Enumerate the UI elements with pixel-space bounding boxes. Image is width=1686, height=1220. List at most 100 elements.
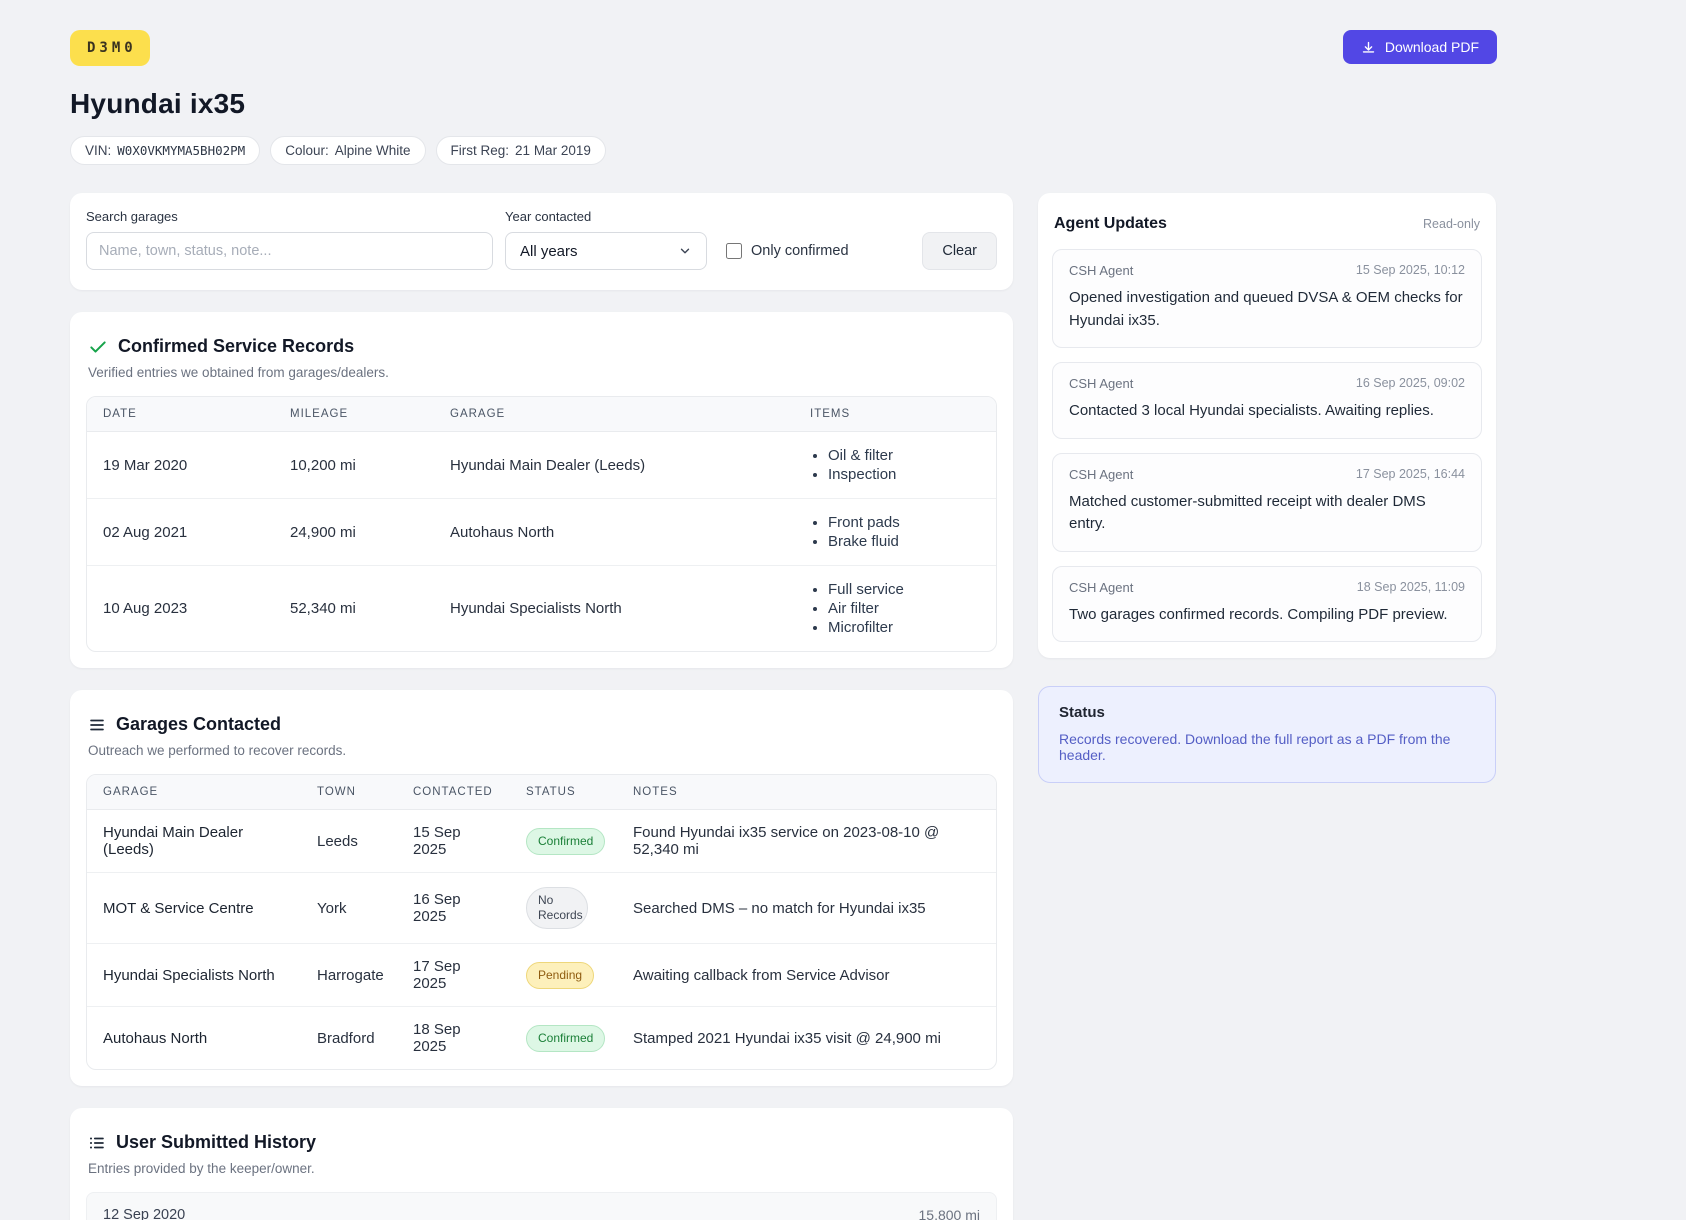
only-confirmed-group: Only confirmed — [726, 232, 849, 270]
confirmed-records-table: DATE MILEAGE GARAGE ITEMS 19 Mar 2020 10… — [87, 397, 996, 651]
agent-update-item: CSH Agent 15 Sep 2025, 10:12 Opened inve… — [1052, 249, 1482, 348]
cell-notes: Searched DMS – no match for Hyundai ix35 — [617, 872, 996, 944]
garages-contacted-title: Garages Contacted — [116, 714, 282, 734]
service-item: Air filter — [828, 599, 980, 618]
update-message: Matched customer-submitted receipt with … — [1069, 492, 1426, 533]
list-icon — [88, 1134, 106, 1152]
col-date: DATE — [87, 397, 274, 432]
service-items-list: Oil & filter Inspection — [810, 446, 980, 484]
download-pdf-label: Download PDF — [1384, 39, 1479, 55]
cell-mileage: 10,200 mi — [274, 431, 434, 499]
col-status: STATUS — [510, 775, 617, 810]
header: D3M0 Download PDF — [70, 30, 1686, 66]
table-header-row: GARAGE TOWN CONTACTED STATUS NOTES — [87, 775, 996, 810]
agent-name: CSH Agent — [1069, 579, 1134, 595]
col-town: TOWN — [301, 775, 397, 810]
status-badge: Confirmed — [526, 1024, 606, 1052]
year-select-value: All years — [520, 242, 578, 260]
table-header-row: DATE MILEAGE GARAGE ITEMS — [87, 397, 996, 432]
table-row: 02 Aug 2021 24,900 mi Autohaus North Fro… — [87, 498, 996, 566]
garages-contacted-table: GARAGE TOWN CONTACTED STATUS NOTES Hyund… — [87, 775, 996, 1069]
cell-mileage: 24,900 mi — [274, 498, 434, 566]
service-items-list: Full service Air filter Microfilter — [810, 580, 980, 637]
agent-name: CSH Agent — [1069, 376, 1134, 391]
download-icon — [1361, 40, 1376, 55]
table-row: Hyundai Main Dealer (Leeds) Leeds 15 Sep… — [87, 809, 996, 873]
cell-contacted: 17 Sep 2025 — [397, 943, 510, 1007]
service-item: Full service — [828, 580, 980, 599]
search-field-group: Search garages — [86, 209, 493, 270]
cell-date: 10 Aug 2023 — [103, 600, 188, 617]
service-item: Inspection — [828, 465, 980, 484]
search-input[interactable] — [86, 232, 493, 270]
update-message: Two garages confirmed records. Compiling… — [1069, 605, 1448, 623]
search-label: Search garages — [86, 209, 178, 224]
garages-contacted-subtitle: Outreach we performed to recover records… — [88, 743, 347, 758]
cell-date: 19 Mar 2020 — [87, 431, 274, 499]
table-row: Hyundai Specialists North Harrogate 17 S… — [87, 943, 996, 1007]
agent-updates-card: Agent Updates Read-only CSH Agent 15 Sep… — [1038, 193, 1496, 658]
cell-notes: Found Hyundai ix35 service on 2023-08-10… — [617, 809, 996, 873]
cell-garage: MOT & Service Centre — [87, 872, 301, 944]
vin-chip-value: W0X0VKMYMA5BH02PM — [117, 143, 246, 158]
cell-notes: Awaiting callback from Service Advisor — [617, 943, 996, 1007]
first-reg-chip: First Reg: 21 Mar 2019 — [435, 136, 606, 165]
user-history-title: User Submitted History — [116, 1132, 317, 1152]
clear-filters-button[interactable]: Clear — [922, 232, 997, 270]
colour-chip-value: Alpine White — [334, 143, 411, 158]
agent-update-item: CSH Agent 16 Sep 2025, 09:02 Contacted 3… — [1052, 362, 1482, 439]
vehicle-chips: VIN: W0X0VKMYMA5BH02PM Colour: Alpine Wh… — [70, 136, 1686, 165]
update-message: Opened investigation and queued DVSA & O… — [1069, 289, 1463, 329]
cell-town: York — [301, 872, 397, 944]
cell-garage: Autohaus North — [103, 1029, 208, 1047]
demo-badge: D3M0 — [70, 30, 150, 66]
filter-bar: Search garages Year contacted All years … — [70, 193, 1013, 290]
cell-town: Harrogate — [301, 943, 397, 1007]
table-row: 19 Mar 2020 10,200 mi Hyundai Main Deale… — [87, 431, 996, 499]
status-badge: Pending — [526, 961, 595, 989]
only-confirmed-label[interactable]: Only confirmed — [751, 243, 849, 259]
status-panel: Status Records recovered. Download the f… — [1038, 686, 1496, 783]
service-item: Oil & filter — [828, 446, 980, 465]
agent-update-item: CSH Agent 17 Sep 2025, 16:44 Matched cus… — [1052, 452, 1482, 552]
update-timestamp: 16 Sep 2025, 09:02 — [1355, 376, 1465, 390]
cell-notes: Stamped 2021 Hyundai ix35 visit @ 24,900… — [633, 1029, 941, 1047]
cell-date: 02 Aug 2021 — [87, 498, 274, 566]
user-history-subtitle: Entries provided by the keeper/owner. — [88, 1161, 315, 1176]
update-message: Contacted 3 local Hyundai specialists. A… — [1069, 402, 1434, 419]
confirmed-records-subtitle: Verified entries we obtained from garage… — [88, 365, 389, 380]
cell-garage: Hyundai Specialists North — [87, 943, 301, 1007]
menu-lines-icon — [88, 716, 106, 734]
only-confirmed-checkbox[interactable] — [726, 243, 742, 259]
cell-mileage: 52,340 mi — [290, 600, 356, 617]
chevron-down-icon — [678, 244, 692, 258]
status-title: Status — [1059, 704, 1105, 721]
cell-contacted: 16 Sep 2025 — [397, 872, 510, 944]
update-timestamp: 15 Sep 2025, 10:12 — [1355, 263, 1465, 277]
entry-date: 12 Sep 2020 — [103, 1207, 186, 1220]
service-item: Brake fluid — [828, 532, 980, 551]
col-mileage: MILEAGE — [274, 397, 434, 432]
cell-garage: Hyundai Main Dealer (Leeds) — [434, 431, 794, 499]
year-select[interactable]: All years — [505, 232, 707, 270]
user-history-entry: 12 Sep 2020 15,800 mi Oil & filter at ho… — [86, 1192, 997, 1220]
colour-chip-label: Colour: — [285, 143, 329, 158]
cell-garage: Hyundai Main Dealer (Leeds) — [87, 809, 301, 873]
col-garage: GARAGE — [87, 775, 301, 810]
cell-town: Bradford — [317, 1029, 375, 1047]
user-history-card: User Submitted History Entries provided … — [70, 1108, 1013, 1220]
table-row: Autohaus North Bradford 18 Sep 2025 Conf… — [87, 1007, 996, 1070]
colour-chip: Colour: Alpine White — [270, 136, 426, 165]
download-pdf-button[interactable]: Download PDF — [1342, 30, 1497, 64]
cell-garage: Autohaus North — [434, 498, 794, 566]
page-title: Hyundai ix35 — [70, 88, 246, 119]
agent-name: CSH Agent — [1069, 466, 1134, 482]
agent-update-item: CSH Agent 18 Sep 2025, 11:09 Two garages… — [1052, 565, 1482, 642]
year-label: Year contacted — [505, 209, 592, 224]
year-field-group: Year contacted All years — [505, 209, 707, 270]
col-items: ITEMS — [794, 397, 996, 432]
sidebar: Agent Updates Read-only CSH Agent 15 Sep… — [1038, 193, 1496, 783]
vin-chip: VIN: W0X0VKMYMA5BH02PM — [70, 136, 261, 165]
cell-contacted: 15 Sep 2025 — [397, 809, 510, 873]
garages-contacted-card: Garages Contacted Outreach we performed … — [70, 690, 1013, 1086]
